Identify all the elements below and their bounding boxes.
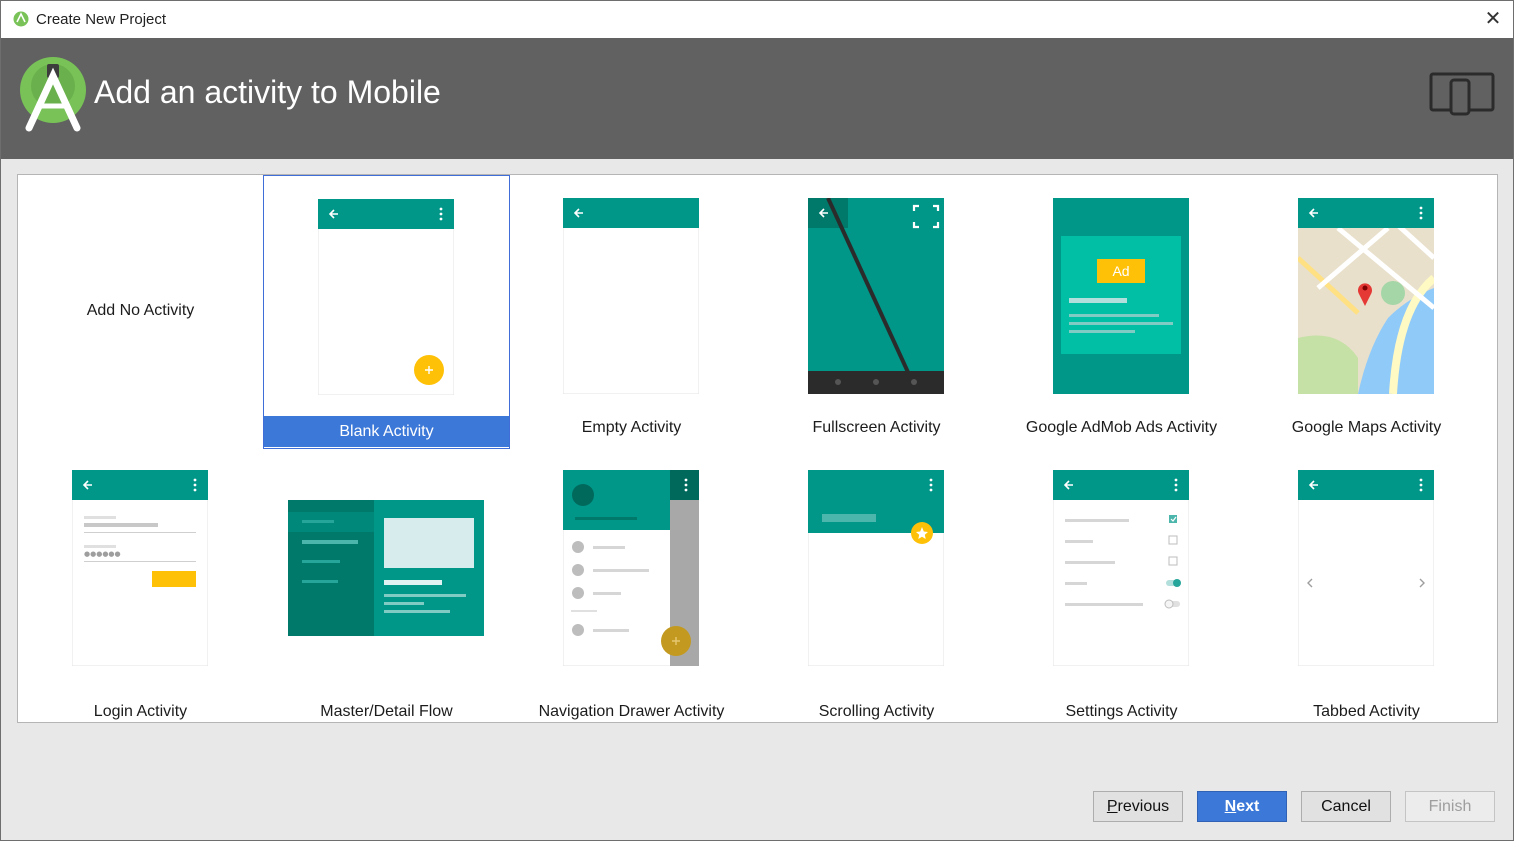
gallery-item-empty-activity[interactable]: Empty Activity	[509, 175, 754, 447]
master-detail-thumbnail	[288, 500, 484, 636]
gallery-item-scrolling-activity[interactable]: Scrolling Activity	[754, 470, 999, 747]
scrolling-activity-thumbnail	[808, 470, 944, 666]
window-title: Create New Project	[36, 11, 167, 28]
item-label: Login Activity	[93, 703, 188, 720]
gallery-item-google-admob-ads-activity[interactable]: Ad Google AdMob Ads Activity	[999, 175, 1244, 447]
password-mask: ●●●●●●	[84, 550, 121, 558]
item-label: Empty Activity	[581, 419, 682, 436]
fullscreen-activity-thumbnail	[808, 198, 944, 394]
wizard-header: Add an activity to Mobile	[1, 38, 1513, 159]
phone-tablet-icon	[1429, 72, 1495, 116]
item-label: Master/Detail Flow	[320, 703, 453, 720]
ad-badge: Ad	[1112, 263, 1129, 279]
item-label: Navigation Drawer Activity	[538, 703, 725, 720]
login-activity-thumbnail: ●●●●●●	[72, 470, 208, 666]
maps-activity-thumbnail	[1298, 198, 1434, 394]
cancel-button[interactable]: Cancel	[1301, 791, 1391, 822]
close-icon[interactable]: ✕	[1480, 6, 1506, 32]
tabbed-activity-thumbnail	[1298, 470, 1434, 666]
android-studio-logo-icon	[20, 57, 86, 132]
gallery-item-login-activity[interactable]: ●●●●●● Login Activity	[18, 470, 263, 747]
previous-button[interactable]: Previous	[1093, 791, 1183, 822]
item-label: Google Maps Activity	[1291, 419, 1442, 436]
gallery-item-add-no-activity[interactable]: Add No Activity	[18, 175, 263, 447]
item-label: Fullscreen Activity	[812, 419, 941, 436]
blank-activity-thumbnail	[318, 199, 454, 395]
gallery-item-navigation-drawer-activity[interactable]: Navigation Drawer Activity	[509, 470, 754, 747]
item-label: Add No Activity	[86, 302, 195, 319]
gallery-item-tabbed-activity[interactable]: Tabbed Activity	[1244, 470, 1489, 747]
item-label: Blank Activity	[264, 416, 509, 447]
gallery-item-settings-activity[interactable]: Settings Activity	[999, 470, 1244, 747]
activity-gallery: Add No Activity Blank Activity Empty Act…	[17, 174, 1498, 723]
item-label: Settings Activity	[1065, 703, 1178, 720]
gallery-item-google-maps-activity[interactable]: Google Maps Activity	[1244, 175, 1489, 447]
page-title: Add an activity to Mobile	[94, 74, 441, 110]
navigation-drawer-thumbnail	[563, 470, 699, 666]
android-studio-icon	[13, 11, 29, 27]
window-titlebar: Create New Project ✕	[1, 1, 1513, 38]
gallery-item-fullscreen-activity[interactable]: Fullscreen Activity	[754, 175, 999, 447]
admob-activity-thumbnail: Ad	[1053, 198, 1189, 394]
item-label: Google AdMob Ads Activity	[1025, 419, 1218, 436]
item-label: Tabbed Activity	[1313, 703, 1420, 720]
item-label: Scrolling Activity	[818, 703, 935, 720]
gallery-item-master-detail-flow[interactable]: Master/Detail Flow	[264, 475, 509, 747]
settings-activity-thumbnail	[1053, 470, 1189, 666]
finish-button: Finish	[1405, 791, 1495, 822]
gallery-item-blank-activity[interactable]: Blank Activity	[263, 175, 510, 449]
empty-activity-thumbnail	[563, 198, 699, 394]
next-button[interactable]: Next	[1197, 791, 1287, 822]
